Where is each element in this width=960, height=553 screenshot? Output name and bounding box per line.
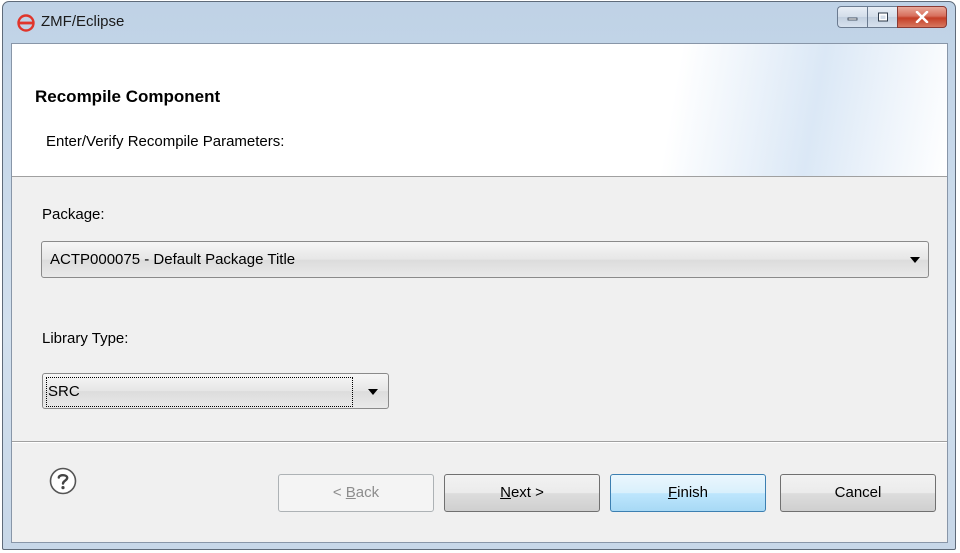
finish-mnemonic: F	[667, 484, 678, 501]
dropdown-arrow-icon	[368, 389, 378, 395]
close-button[interactable]	[897, 6, 947, 28]
title-bar[interactable]: ZMF/Eclipse	[3, 2, 955, 42]
back-prefix: <	[332, 484, 346, 501]
page-subtitle: Enter/Verify Recompile Parameters:	[46, 133, 285, 150]
app-logo-icon	[17, 14, 35, 32]
window-title: ZMF/Eclipse	[41, 13, 125, 30]
dialog-client-area: Recompile Component Enter/Verify Recompi…	[11, 43, 948, 543]
minimize-icon	[847, 17, 857, 21]
help-icon[interactable]	[49, 467, 77, 495]
library-type-label: Library Type:	[42, 330, 129, 347]
window-controls	[837, 6, 947, 30]
maximize-icon	[877, 12, 888, 22]
next-rest: ext >	[510, 484, 544, 501]
package-value: ACTP000075 - Default Package Title	[50, 251, 296, 268]
close-icon	[915, 11, 929, 23]
dialog-window: ZMF/Eclipse Recompile Component Enter/Ve…	[2, 1, 956, 550]
focus-ring	[46, 377, 353, 407]
cancel-button[interactable]: Cancel	[780, 474, 936, 512]
page-title: Recompile Component	[35, 87, 221, 106]
package-label: Package:	[42, 206, 105, 223]
wizard-header: Recompile Component Enter/Verify Recompi…	[12, 44, 947, 177]
dropdown-arrow-icon	[910, 257, 920, 263]
next-mnemonic: N	[500, 484, 511, 501]
separator	[12, 441, 947, 443]
finish-button[interactable]: Finish	[610, 474, 766, 512]
back-button[interactable]: < Back	[278, 474, 434, 512]
package-dropdown[interactable]: ACTP000075 - Default Package Title	[41, 241, 929, 278]
minimize-button[interactable]	[837, 6, 867, 28]
next-button[interactable]: Next >	[444, 474, 600, 512]
library-type-dropdown[interactable]: SRC	[42, 373, 389, 409]
library-type-value: SRC	[48, 383, 80, 400]
back-rest: ack	[355, 484, 380, 501]
finish-rest: inish	[677, 484, 709, 501]
maximize-button[interactable]	[867, 6, 897, 28]
back-mnemonic: B	[345, 484, 356, 501]
